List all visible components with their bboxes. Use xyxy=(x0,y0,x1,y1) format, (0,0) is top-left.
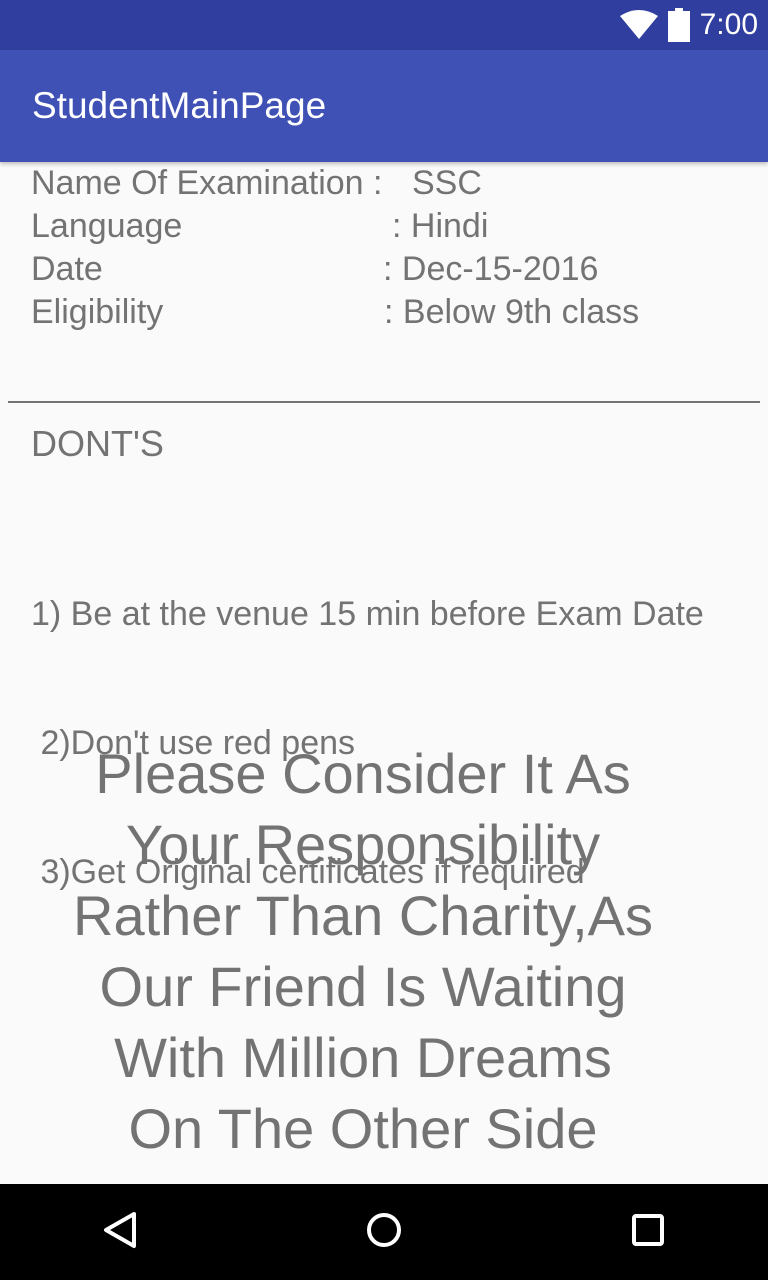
recents-icon xyxy=(630,1212,666,1253)
date-value: : Dec-15-2016 xyxy=(383,250,599,288)
battery-icon xyxy=(667,8,690,42)
message-line: Rather Than Charity,As xyxy=(73,884,653,947)
message-line: On The Other Side xyxy=(128,1097,598,1160)
date-label: Date xyxy=(31,250,103,288)
eligibility-label: Eligibility xyxy=(31,293,164,331)
back-icon xyxy=(100,1210,140,1255)
page-title: StudentMainPage xyxy=(32,85,327,126)
donts-title: DONT'S xyxy=(31,423,164,464)
back-button[interactable] xyxy=(96,1208,144,1256)
message-line: With Million Dreams xyxy=(114,1026,612,1089)
language-value: : Hindi xyxy=(392,207,489,245)
clock: 7:00 xyxy=(699,8,758,41)
list-item: 1) Be at the venue 15 min before Exam Da… xyxy=(31,595,704,633)
exam-name-label: Name Of Examination : xyxy=(31,164,383,202)
recents-button[interactable] xyxy=(624,1208,672,1256)
status-bar: 7:00 xyxy=(0,0,768,50)
exam-name-value: SSC xyxy=(412,164,482,202)
wifi-icon xyxy=(619,10,658,40)
app-bar: StudentMainPage xyxy=(0,50,768,162)
responsibility-message: Please Consider It As Your Responsibilit… xyxy=(0,738,726,1164)
language-label: Language xyxy=(31,207,183,245)
status-icons: 7:00 xyxy=(619,0,758,50)
message-line: Your Responsibility xyxy=(125,813,601,876)
home-button[interactable] xyxy=(360,1208,408,1256)
navigation-bar xyxy=(0,1184,768,1280)
message-line: Our Friend Is Waiting xyxy=(99,955,627,1018)
message-line: Please Consider It As xyxy=(95,742,631,805)
home-icon xyxy=(364,1210,404,1255)
eligibility-value: : Below 9th class xyxy=(384,293,640,331)
divider xyxy=(8,401,760,403)
